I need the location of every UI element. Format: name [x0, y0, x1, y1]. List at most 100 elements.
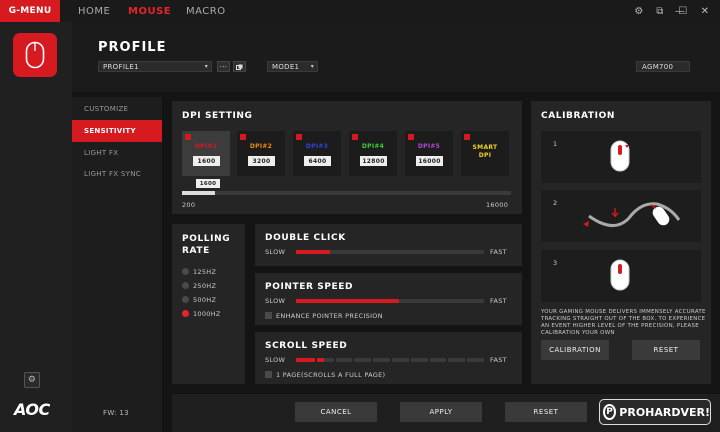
sidebar-item-sensitivity[interactable]: SENSITIVITY: [72, 120, 162, 142]
scroll-speed-fill: [296, 358, 325, 362]
reset-button[interactable]: RESET: [505, 402, 587, 422]
scroll-speed-title: SCROLL SPEED: [265, 341, 348, 351]
calibration-title: CALIBRATION: [541, 111, 615, 121]
double-click-fill: [296, 250, 330, 254]
header: [72, 22, 720, 92]
polling-label-1000: 1000HZ: [193, 310, 221, 318]
gear-icon[interactable]: ⚙: [24, 372, 40, 388]
full-page-label: 1 PAGE(SCROLLS A FULL PAGE): [276, 371, 386, 379]
chevron-down-icon: ▾: [204, 63, 208, 70]
dpi-card-smart[interactable]: SMART DPI: [461, 131, 509, 176]
full-page-checkbox[interactable]: [265, 371, 272, 378]
polling-radio-1000[interactable]: [182, 310, 189, 317]
pointer-speed-fast-label: FAST: [490, 297, 507, 305]
dpi-card-1[interactable]: DPI#1 1600: [182, 131, 230, 176]
dpi-color-swatch: [464, 134, 470, 140]
dpi-color-swatch: [185, 134, 191, 140]
model-label-text: AGM700: [642, 62, 674, 71]
dpi-name-line2: DPI: [478, 152, 492, 159]
dpi-slider-track[interactable]: [182, 191, 511, 195]
scroll-speed-tick: [390, 358, 392, 362]
aoc-logo: AOC: [14, 400, 50, 419]
dpi-name: DPI#5: [417, 143, 441, 150]
profile-select[interactable]: PROFILE1 ▾: [98, 61, 212, 72]
dpi-card-5[interactable]: DPI#5 16000: [405, 131, 453, 176]
dpi-color-swatch: [408, 134, 414, 140]
polling-title-1: POLLING: [182, 234, 231, 244]
polling-radio-250[interactable]: [182, 282, 189, 289]
polling-radio-125[interactable]: [182, 268, 189, 275]
dpi-value[interactable]: 3200: [248, 156, 275, 166]
calibration-path-icon: [583, 202, 681, 227]
nav-mouse[interactable]: MOUSE: [128, 0, 171, 22]
polling-label-500: 500HZ: [193, 296, 217, 304]
dpi-color-swatch: [352, 134, 358, 140]
polling-label-250: 250HZ: [193, 282, 217, 290]
calibration-button[interactable]: CALIBRATION: [541, 340, 609, 360]
model-label: AGM700: [636, 61, 690, 72]
firmware-version: FW: 13: [103, 409, 129, 417]
dpi-slider-fill: [182, 191, 215, 195]
mode-select[interactable]: MODE1 ▾: [267, 61, 318, 72]
dpi-value[interactable]: 12800: [360, 156, 387, 166]
chevron-down-icon: ▾: [310, 63, 314, 70]
apply-button[interactable]: APPLY: [400, 402, 482, 422]
scroll-speed-slow-label: SLOW: [265, 356, 286, 364]
double-click-title: DOUBLE CLICK: [265, 233, 346, 243]
dpi-value[interactable]: 16000: [416, 156, 443, 166]
pointer-speed-fill: [296, 299, 400, 303]
settings-icon[interactable]: ⚙: [632, 4, 646, 18]
dpi-value[interactable]: 6400: [304, 156, 331, 166]
step-number: 1: [553, 140, 558, 148]
sidebar-item-light-fx[interactable]: LIGHT FX: [72, 142, 162, 164]
nav-home[interactable]: HOME: [78, 0, 110, 22]
profile-select-value: PROFILE1: [103, 62, 139, 71]
dpi-value[interactable]: 1600: [193, 156, 220, 166]
double-click-fast-label: FAST: [490, 248, 507, 256]
calibration-step-2: 2: [541, 190, 701, 242]
pointer-speed-slow-label: SLOW: [265, 297, 286, 305]
mouse-illustration-icon: [610, 259, 630, 291]
profile-link-button[interactable]: [233, 61, 246, 72]
dpi-min-label: 200: [182, 201, 196, 209]
dpi-max-label: 16000: [486, 201, 509, 209]
nav-macro[interactable]: MACRO: [186, 0, 226, 22]
scroll-speed-tick: [333, 358, 336, 362]
scroll-speed-tick: [427, 358, 430, 362]
close-icon[interactable]: ✕: [698, 4, 712, 18]
polling-title-2: RATE: [182, 246, 210, 256]
enhance-precision-checkbox[interactable]: [265, 312, 272, 319]
dpi-name: SMART: [472, 144, 498, 151]
cancel-button[interactable]: CANCEL: [295, 402, 377, 422]
dpi-slider-tooltip: 1600: [196, 179, 220, 188]
double-click-slow-label: SLOW: [265, 248, 286, 256]
more-button[interactable]: ···: [217, 61, 230, 72]
maximize-icon[interactable]: ☐: [676, 4, 690, 18]
scroll-speed-tick: [371, 358, 374, 362]
calibration-step-3: 3: [541, 250, 701, 302]
calibration-reset-button[interactable]: RESET: [632, 340, 700, 360]
mouse-illustration-icon: [610, 140, 630, 172]
step-number: 3: [553, 259, 558, 267]
dpi-name: DPI#3: [305, 143, 329, 150]
mouse-device-tile[interactable]: [13, 33, 57, 77]
polling-radio-500[interactable]: [182, 296, 189, 303]
sidebar-item-light-fx-sync[interactable]: LIGHT FX SYNC: [72, 163, 162, 185]
link-icon: [236, 64, 243, 70]
restore-icon[interactable]: ⧉: [653, 4, 667, 18]
watermark-text: PROHARDVER!: [619, 405, 710, 419]
calibration-description: YOUR GAMING MOUSE DELIVERS IMMENSELY ACC…: [541, 309, 706, 336]
pointer-speed-title: POINTER SPEED: [265, 282, 354, 292]
dpi-color-swatch: [240, 134, 246, 140]
dpi-color-swatch: [296, 134, 302, 140]
dpi-card-4[interactable]: DPI#4 12800: [349, 131, 397, 176]
dpi-name: DPI#2: [249, 143, 273, 150]
scroll-speed-tick: [446, 358, 449, 362]
prohardver-watermark: P PROHARDVER!: [599, 399, 711, 425]
watermark-mark: P: [603, 404, 617, 420]
sidebar-item-customize[interactable]: CUSTOMIZE: [72, 98, 162, 120]
scroll-speed-tick: [314, 358, 317, 362]
dpi-card-2[interactable]: DPI#2 3200: [237, 131, 285, 176]
dpi-card-3[interactable]: DPI#3 6400: [293, 131, 341, 176]
scroll-speed-tick: [352, 358, 355, 362]
